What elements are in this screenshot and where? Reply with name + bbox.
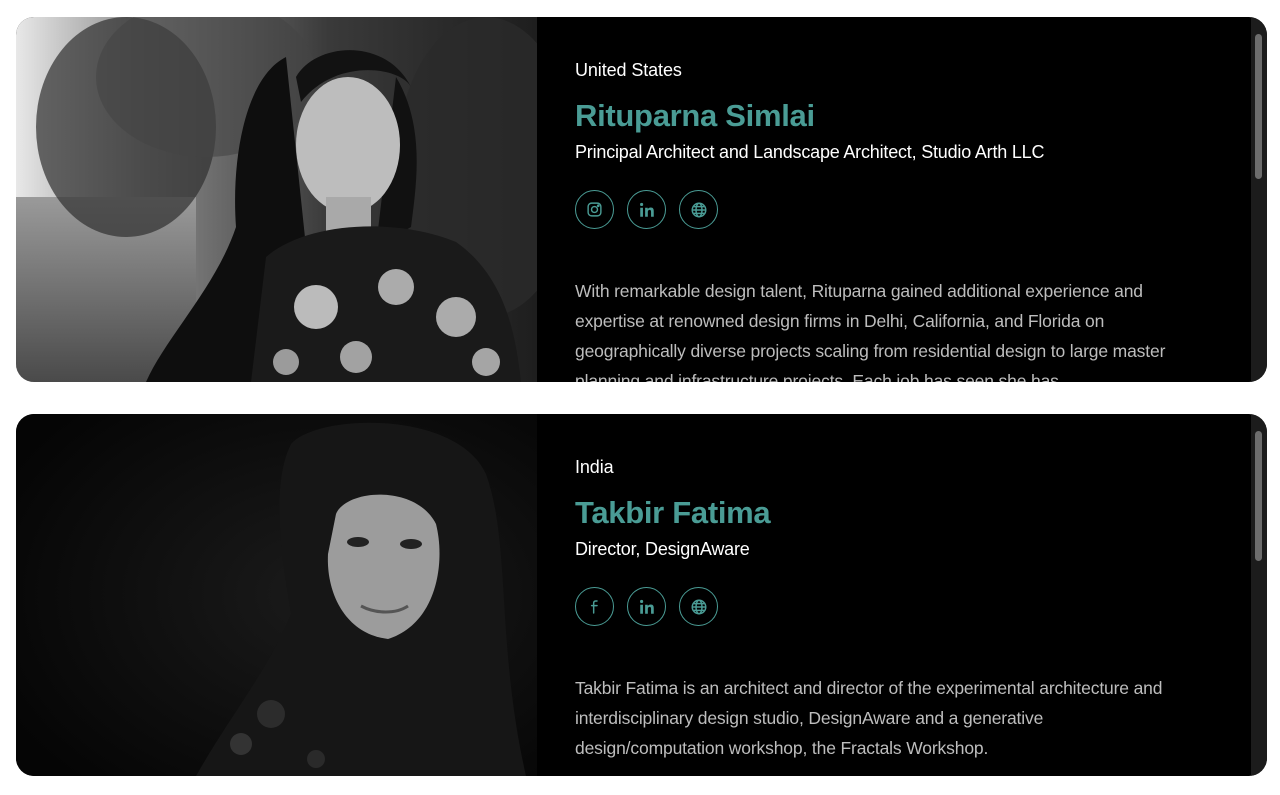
instagram-icon [587,202,602,217]
facebook-link[interactable] [575,587,614,626]
scrollbar[interactable] [1251,17,1267,382]
speaker-role: Principal Architect and Landscape Archit… [575,142,1045,162]
linkedin-link[interactable] [627,190,666,229]
website-link[interactable] [679,587,718,626]
speaker-photo [16,17,537,382]
speaker-photo [16,414,537,776]
speaker-card: India Takbir Fatima Director, DesignAwar… [16,414,1267,776]
speaker-content: United States Rituparna Simlai Principal… [537,17,1267,382]
speaker-bio: With remarkable design talent, Rituparna… [575,281,1166,382]
facebook-icon [590,599,598,614]
speaker-country: India [575,457,614,477]
instagram-link[interactable] [575,190,614,229]
social-links [575,190,1195,229]
globe-icon [691,599,706,614]
speaker-role: Director, DesignAware [575,539,750,559]
globe-icon [691,202,706,217]
social-links [575,587,1195,626]
speaker-content: India Takbir Fatima Director, DesignAwar… [537,414,1267,776]
linkedin-icon [639,202,654,217]
scrollbar-thumb[interactable] [1255,431,1262,561]
linkedin-icon [639,599,654,614]
linkedin-link[interactable] [627,587,666,626]
speaker-country: United States [575,60,682,80]
website-link[interactable] [679,190,718,229]
speaker-name: Takbir Fatima [575,495,771,530]
speaker-bio: Takbir Fatima is an architect and direct… [575,678,1163,758]
scrollbar[interactable] [1251,414,1267,776]
speaker-name: Rituparna Simlai [575,98,815,133]
speakers-page: United States Rituparna Simlai Principal… [0,0,1280,795]
scrollbar-thumb[interactable] [1255,34,1262,179]
speaker-card: United States Rituparna Simlai Principal… [16,17,1267,382]
